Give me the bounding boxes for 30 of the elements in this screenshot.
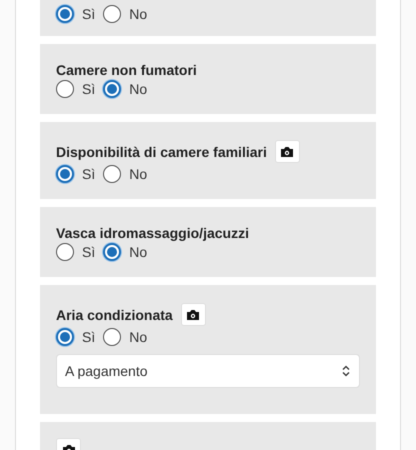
radio-label: No (129, 6, 148, 22)
section-title: Vasca idromassaggio/jacuzzi (56, 225, 249, 241)
camera-button[interactable] (180, 303, 206, 326)
section-title: Camere non fumatori (56, 62, 197, 78)
radio-label: No (129, 329, 148, 345)
radio-label: Sì (82, 6, 96, 22)
radio-button[interactable] (56, 328, 74, 346)
radio-button[interactable] (56, 165, 74, 183)
radio-button[interactable] (103, 165, 122, 183)
chevron-icon (341, 365, 351, 377)
radio-label: Sì (82, 81, 96, 97)
camera-icon (280, 146, 294, 158)
radio-button[interactable] (103, 243, 122, 261)
radio-button[interactable] (103, 80, 122, 98)
camera-button[interactable] (274, 140, 300, 163)
radio-label: Sì (82, 166, 96, 182)
radio-button[interactable] (56, 243, 74, 261)
select-field[interactable]: A pagamento (56, 354, 360, 388)
radio-label: No (129, 81, 148, 97)
section-title: Aria condizionata (56, 306, 173, 322)
radio-button[interactable] (56, 5, 74, 23)
radio-button[interactable] (56, 80, 74, 98)
camera-icon (186, 308, 200, 320)
radio-button[interactable] (103, 328, 122, 346)
radio-label: No (129, 166, 148, 182)
radio-button[interactable] (103, 5, 122, 23)
radio-label: No (129, 244, 148, 260)
radio-label: Sì (82, 329, 96, 345)
section-title: Disponibilità di camere familiari (56, 144, 267, 160)
radio-label: Sì (82, 244, 96, 260)
